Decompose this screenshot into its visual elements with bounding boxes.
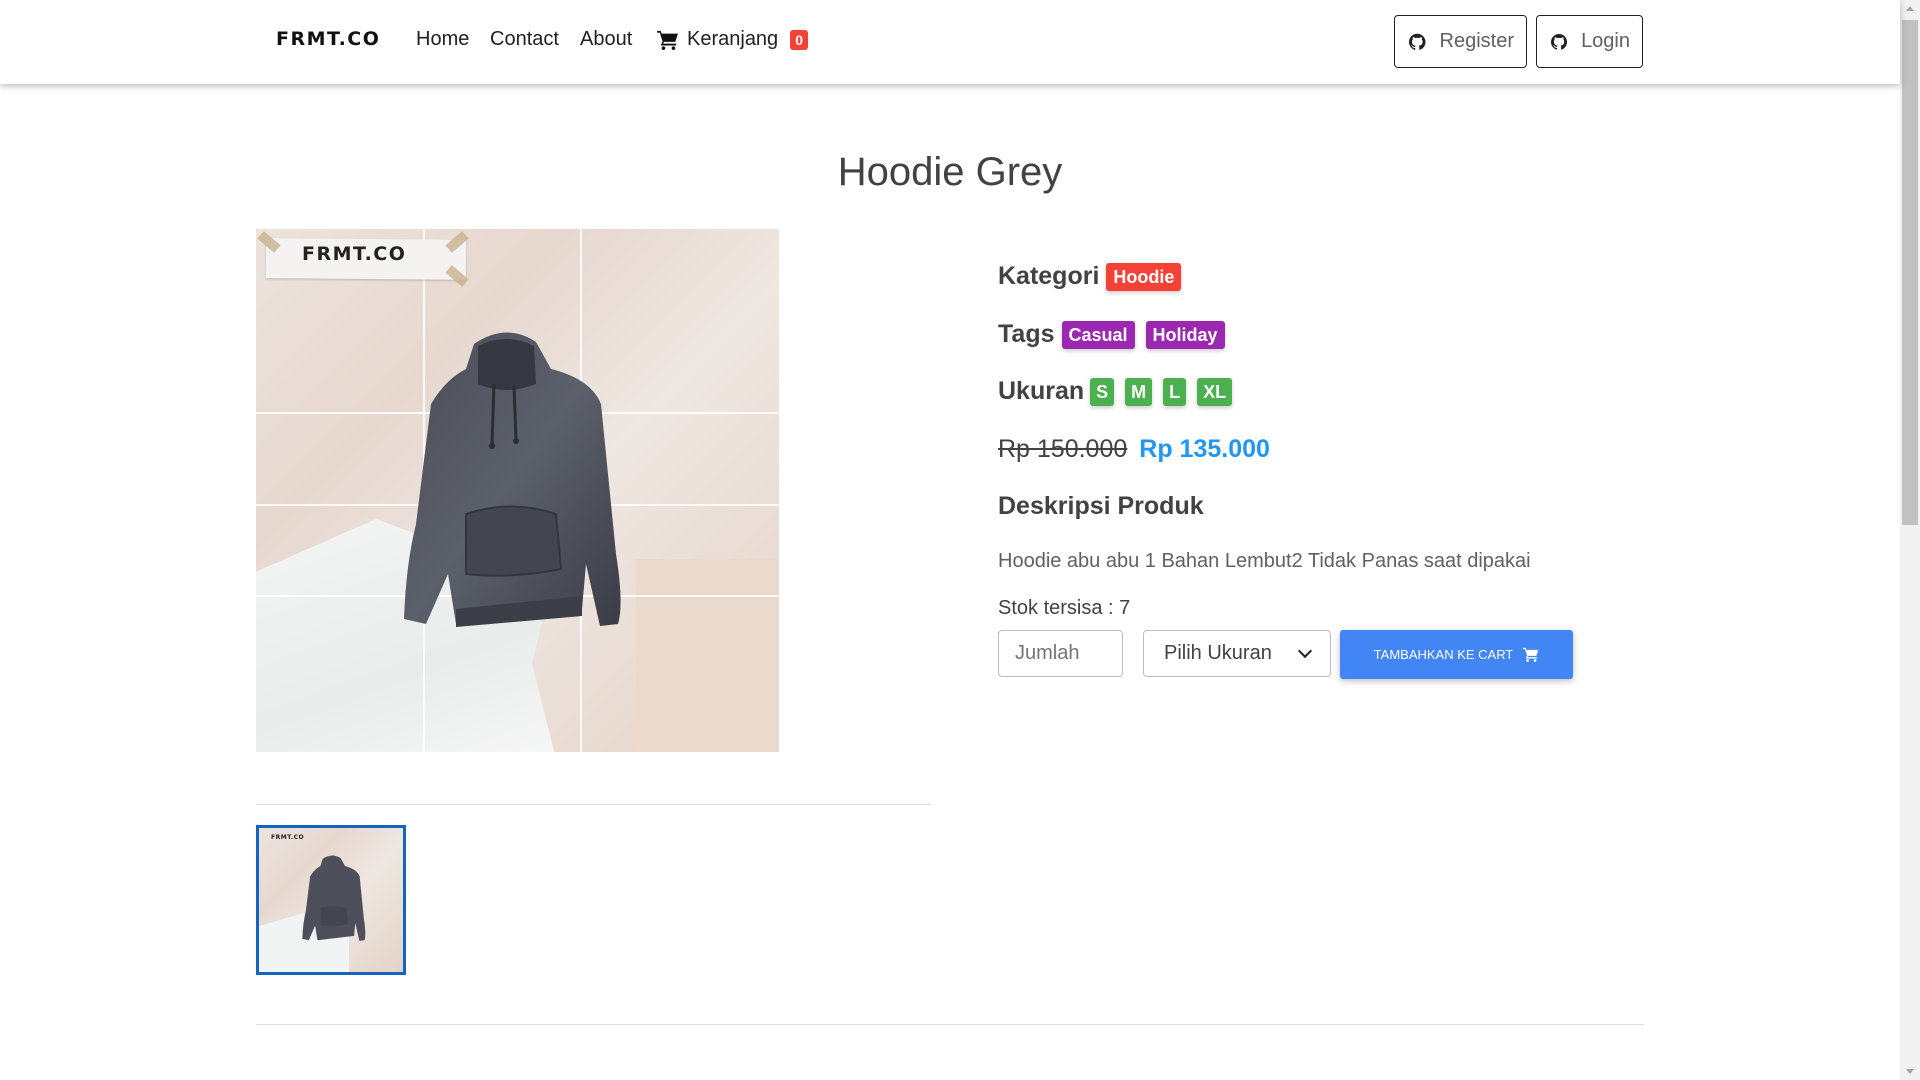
nav-home[interactable]: Home <box>416 28 469 51</box>
nav-cart[interactable]: Keranjang 0 <box>657 28 808 51</box>
product-thumbnail[interactable]: FRMT.CO <box>256 825 406 975</box>
price-original: Rp 150.000 <box>998 435 1128 463</box>
divider <box>256 1024 1644 1025</box>
sizes-label: Ukuran <box>998 377 1085 405</box>
price-row: Rp 150.000 Rp 135.000 <box>998 435 1270 464</box>
hoodie-illustration <box>404 332 621 627</box>
tags-label: Tags <box>998 320 1055 348</box>
category-badge[interactable]: Hoodie <box>1106 262 1182 291</box>
tag-badge[interactable]: Holiday <box>1145 320 1225 349</box>
product-main-image: FRMT.CO <box>256 229 779 752</box>
register-label: Register <box>1439 30 1514 52</box>
tags-row: Tags Casual Holiday <box>998 320 1225 349</box>
paper-texture <box>636 559 779 752</box>
size-badge: S <box>1090 377 1115 406</box>
sizes-row: Ukuran S M L XL <box>998 377 1233 406</box>
register-button[interactable]: Register <box>1394 15 1527 68</box>
size-select[interactable]: Pilih Ukuran <box>1143 630 1331 677</box>
description-text: Hoodie abu abu 1 Bahan Lembut2 Tidak Pan… <box>998 550 1531 572</box>
nav-about[interactable]: About <box>580 28 632 51</box>
login-label: Login <box>1581 30 1630 52</box>
size-select-value: Pilih Ukuran <box>1164 642 1272 664</box>
tag-badge[interactable]: Casual <box>1061 320 1135 349</box>
scroll-up-arrow-icon[interactable] <box>1906 6 1914 11</box>
size-badge: M <box>1125 377 1153 406</box>
thumbnail-logo-text: FRMT.CO <box>271 834 305 841</box>
cart-icon <box>657 30 678 50</box>
add-to-cart-button[interactable]: TAMBAHKAN KE CART <box>1340 630 1573 679</box>
image-logo-text: FRMT.CO <box>302 243 407 265</box>
hoodie-thumbnail-illustration <box>302 855 366 941</box>
nav-contact[interactable]: Contact <box>490 28 559 51</box>
page-title: Hoodie Grey <box>837 150 1063 194</box>
category-row: Kategori Hoodie <box>998 262 1182 291</box>
category-label: Kategori <box>998 262 1100 290</box>
price-discounted: Rp 135.000 <box>1139 435 1270 463</box>
cart-label: Keranjang <box>687 28 779 50</box>
cart-icon <box>1523 647 1539 662</box>
divider <box>256 804 931 805</box>
size-badge: XL <box>1197 377 1233 406</box>
github-icon <box>1551 33 1568 50</box>
chevron-down-icon <box>1297 643 1313 659</box>
stock-text: Stok tersisa : 7 <box>998 597 1131 619</box>
page-scrollbar[interactable] <box>1900 0 1920 1080</box>
description-title: Deskripsi Produk <box>998 492 1204 520</box>
scroll-thumb[interactable] <box>1902 20 1918 525</box>
cart-count-badge: 0 <box>790 29 808 50</box>
navbar: FRMT.CO Home Contact About Keranjang 0 R… <box>0 0 1900 84</box>
scroll-down-arrow-icon[interactable] <box>1906 1069 1914 1074</box>
add-to-cart-label: TAMBAHKAN KE CART <box>1373 647 1514 662</box>
github-icon <box>1409 33 1426 50</box>
brand-logo[interactable]: FRMT.CO <box>276 28 380 50</box>
quantity-input[interactable] <box>998 630 1123 677</box>
login-button[interactable]: Login <box>1536 15 1643 68</box>
size-badge: L <box>1163 377 1187 406</box>
